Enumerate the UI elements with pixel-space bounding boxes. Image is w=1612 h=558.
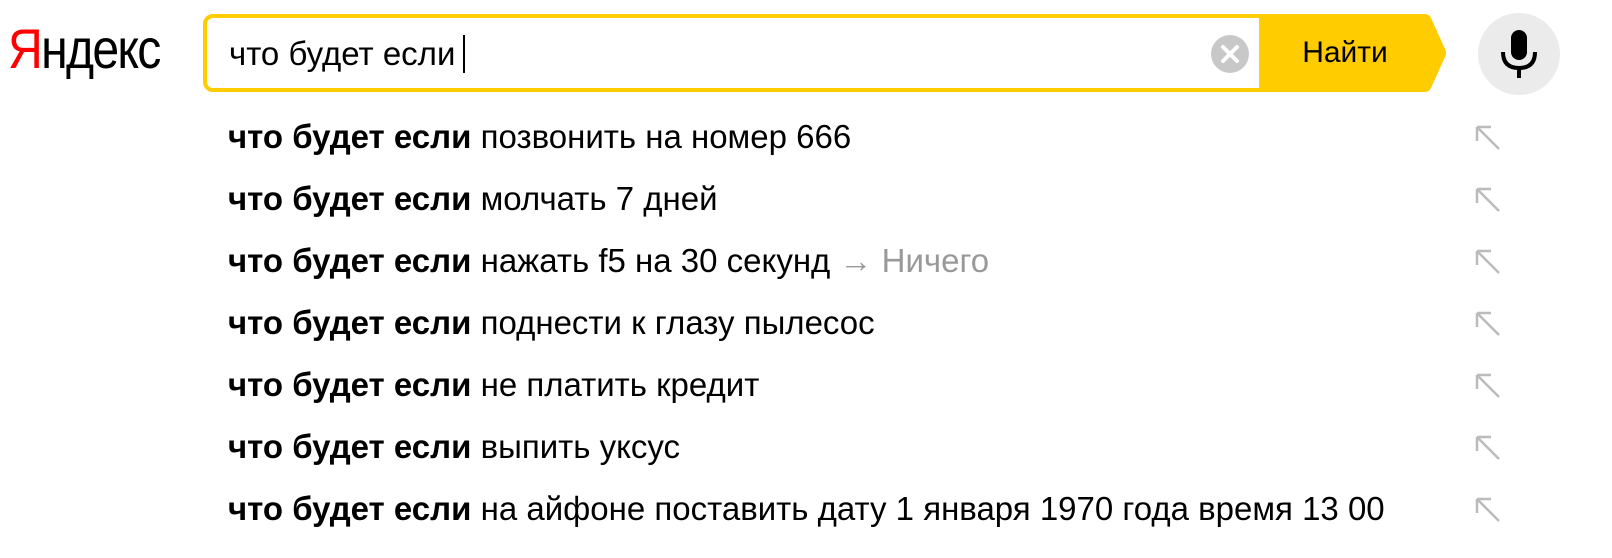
suggestion-item[interactable]: что будет если не платить кредит <box>228 354 1518 416</box>
logo-first-letter: Я <box>8 17 43 80</box>
suggestion-query-prefix: что будет если <box>228 242 472 279</box>
suggestion-query-completion: поднести к глазу пылесос <box>480 304 875 341</box>
insert-suggestion-icon[interactable] <box>1473 309 1503 339</box>
suggestion-query-prefix: что будет если <box>228 490 472 527</box>
search-input[interactable]: что будет если <box>229 32 466 76</box>
insert-suggestion-icon[interactable] <box>1473 371 1503 401</box>
text-caret <box>463 35 466 74</box>
logo-rest: ндекс <box>41 17 161 80</box>
search-page: Яндекс что будет если Найти что будет ес… <box>0 0 1612 558</box>
insert-suggestion-icon[interactable] <box>1473 433 1503 463</box>
suggestion-item[interactable]: что будет если позвонить на номер 666 <box>228 106 1518 168</box>
search-input-value: что будет если <box>229 35 456 72</box>
suggestion-item[interactable]: что будет если на айфоне поставить дату … <box>228 478 1518 540</box>
suggestion-query-prefix: что будет если <box>228 118 472 155</box>
suggestion-query-completion: на айфоне поставить дату 1 января 1970 г… <box>480 490 1385 527</box>
insert-suggestion-icon[interactable] <box>1473 247 1503 277</box>
suggestions-list: что будет если позвонить на номер 666 чт… <box>228 106 1518 540</box>
suggestion-fact-answer: Ничего <box>881 242 990 279</box>
search-field[interactable]: что будет если <box>203 14 1263 92</box>
answer-arrow-icon: → <box>839 242 873 279</box>
suggestion-item[interactable]: что будет если молчать 7 дней <box>228 168 1518 230</box>
suggestion-item[interactable]: что будет если нажать f5 на 30 секунд → … <box>228 230 1518 292</box>
suggestion-query-completion: нажать f5 на 30 секунд <box>480 242 831 279</box>
suggestion-query-completion: молчать 7 дней <box>480 180 718 217</box>
clear-button[interactable] <box>1211 35 1249 73</box>
find-button-label: Найти <box>1302 36 1388 69</box>
clear-icon <box>1221 45 1239 63</box>
suggestion-query-prefix: что будет если <box>228 180 472 217</box>
voice-search-button[interactable] <box>1478 13 1560 95</box>
suggestion-item[interactable]: что будет если выпить уксус <box>228 416 1518 478</box>
suggestion-query-completion: выпить уксус <box>480 428 681 465</box>
suggestion-query-prefix: что будет если <box>228 304 472 341</box>
search-bar: что будет если Найти <box>203 14 1449 92</box>
suggestion-query-prefix: что будет если <box>228 428 472 465</box>
insert-suggestion-icon[interactable] <box>1473 495 1503 525</box>
suggestion-query-completion: позвонить на номер 666 <box>480 118 852 155</box>
insert-suggestion-icon[interactable] <box>1473 185 1503 215</box>
suggestion-query-completion: не платить кредит <box>480 366 760 403</box>
suggestion-item[interactable]: что будет если поднести к глазу пылесос <box>228 292 1518 354</box>
yandex-logo[interactable]: Яндекс <box>8 14 161 84</box>
microphone-icon <box>1501 30 1537 78</box>
insert-suggestion-icon[interactable] <box>1473 123 1503 153</box>
find-button[interactable]: Найти <box>1259 14 1446 92</box>
suggestion-query-prefix: что будет если <box>228 366 472 403</box>
